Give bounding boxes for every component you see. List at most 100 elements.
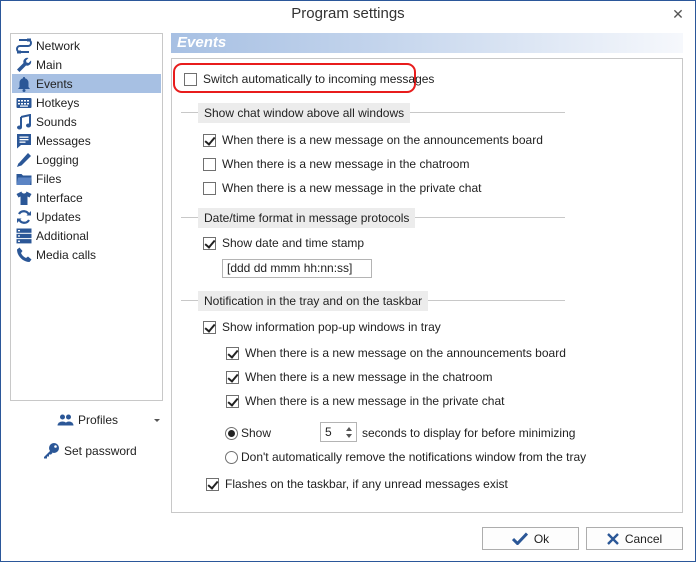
ok-label: Ok [533,531,550,546]
option-label: Show date and time stamp [222,236,365,250]
flashes-taskbar-option[interactable]: Flashes on the taskbar, if any unread me… [206,476,508,492]
checkbox[interactable] [203,320,216,334]
section-header: Events [171,33,683,53]
radio-show-option[interactable]: Show [225,425,271,441]
refresh-icon [15,209,33,225]
option-label: When there is a new message on the annou… [245,346,566,360]
set-password-label: Set password [64,443,137,458]
checkbox[interactable] [203,157,216,171]
radio-dont-remove-option[interactable]: Don't automatically remove the notificat… [225,449,586,465]
sidebar-item-label: Sounds [36,114,77,129]
phone-icon [15,247,33,263]
profiles-dropdown-arrow[interactable] [154,419,160,422]
sidebar-item-logging[interactable]: Logging [12,150,161,169]
checkbox[interactable] [206,477,219,491]
chat-window-option-chatroom[interactable]: When there is a new message in the chatr… [203,156,469,172]
sidebar-item-label: Updates [36,209,81,224]
sidebar-item-media-calls[interactable]: Media calls [12,245,161,264]
sidebar-item-label: Files [36,171,62,186]
keyboard-icon [15,95,33,111]
ok-button[interactable]: Ok [482,527,579,550]
show-date-stamp-option[interactable]: Show date and time stamp [203,235,364,251]
message-icon [15,133,33,149]
sidebar-item-label: Main [36,57,63,72]
tray-option-announcements[interactable]: When there is a new message on the annou… [226,345,566,361]
sidebar-item-files[interactable]: Files [12,169,161,188]
checkbox[interactable] [226,346,239,360]
checkbox[interactable] [203,181,216,195]
option-label: Don't automatically remove the notificat… [241,450,587,464]
sidebar-item-hotkeys[interactable]: Hotkeys [12,93,161,112]
settings-nav-list: Network Main Events Hotkeys Sounds Messa… [10,33,163,401]
sidebar-item-label: Messages [36,133,91,148]
checkbox[interactable] [226,394,239,408]
sidebar-item-label: Network [36,38,81,53]
group-title-tray: Notification in the tray and on the task… [198,291,429,311]
profiles-button[interactable]: Profiles [57,413,118,427]
sidebar-item-sounds[interactable]: Sounds [12,112,161,131]
sidebar-item-additional[interactable]: Additional [12,226,161,245]
option-label: When there is a new message in the priva… [245,394,505,408]
option-label: Show [241,426,272,440]
section-title: Events [177,34,227,51]
pencil-icon [15,152,33,168]
checkbox[interactable] [226,370,239,384]
tray-option-private[interactable]: When there is a new message in the priva… [226,393,504,409]
tshirt-icon [15,190,33,206]
seconds-value[interactable]: 5 [325,425,332,439]
option-label: When there is a new message in the priva… [222,181,482,195]
datetime-format-input[interactable]: [ddd dd mmm hh:nn:ss] [222,259,372,278]
cancel-button[interactable]: Cancel [586,527,683,550]
server-list-icon [15,228,33,244]
sidebar-item-interface[interactable]: Interface [12,188,161,207]
program-settings-window: Program settings ✕ Network Main Events H… [0,0,696,562]
seconds-suffix-label: seconds to display for before minimizing [362,426,576,440]
cross-icon [606,532,619,545]
profiles-label: Profiles [78,413,119,427]
set-password-button[interactable]: Set password [43,442,137,459]
option-label: When there is a new message in the chatr… [222,157,470,171]
key-icon [44,443,59,459]
radio-button[interactable] [225,450,238,464]
spinner-up-icon[interactable] [346,427,352,431]
sidebar-item-network[interactable]: Network [12,36,161,55]
spinner-down-icon[interactable] [346,434,352,438]
window-title: Program settings [291,5,405,22]
title-bar: Program settings ✕ [1,1,695,29]
sidebar-item-label: Hotkeys [36,95,80,110]
events-settings-panel [171,58,683,513]
cancel-label: Cancel [624,531,663,546]
sidebar-item-label: Events [36,76,73,91]
users-icon [57,414,74,426]
tray-option-chatroom[interactable]: When there is a new message in the chatr… [226,369,492,385]
close-icon[interactable]: ✕ [671,7,685,21]
checkbox[interactable] [203,133,216,147]
sidebar-item-main[interactable]: Main [12,55,161,74]
checkmark-icon [511,532,528,545]
checkbox[interactable] [203,236,216,250]
switch-auto-label: Switch automatically to incoming message… [203,72,435,86]
folder-icon [15,171,33,187]
wrench-icon [15,57,33,73]
sidebar-item-label: Logging [36,152,79,167]
sidebar-item-label: Interface [36,190,83,205]
switch-auto-checkbox[interactable] [184,72,197,86]
seconds-spinner[interactable]: 5 [320,422,357,442]
chat-window-option-private[interactable]: When there is a new message in the priva… [203,180,481,196]
option-label: Show information pop-up windows in tray [222,320,441,334]
network-cable-icon [15,38,33,54]
seconds-suffix: seconds to display for before minimizing [362,425,575,441]
show-popups-option[interactable]: Show information pop-up windows in tray [203,319,441,335]
group-title-chat-window: Show chat window above all windows [198,103,411,123]
switch-auto-option[interactable]: Switch automatically to incoming message… [184,71,434,87]
sidebar-item-messages[interactable]: Messages [12,131,161,150]
option-label: When there is a new message in the chatr… [245,370,493,384]
option-label: When there is a new message on the annou… [222,133,543,147]
sidebar-item-updates[interactable]: Updates [12,207,161,226]
chat-window-option-announcements[interactable]: When there is a new message on the annou… [203,132,543,148]
group-title-datetime: Date/time format in message protocols [198,208,416,228]
sidebar-item-label: Additional [36,228,89,243]
radio-button[interactable] [225,426,238,440]
sidebar-item-label: Media calls [36,247,97,262]
sidebar-item-events[interactable]: Events [12,74,161,93]
